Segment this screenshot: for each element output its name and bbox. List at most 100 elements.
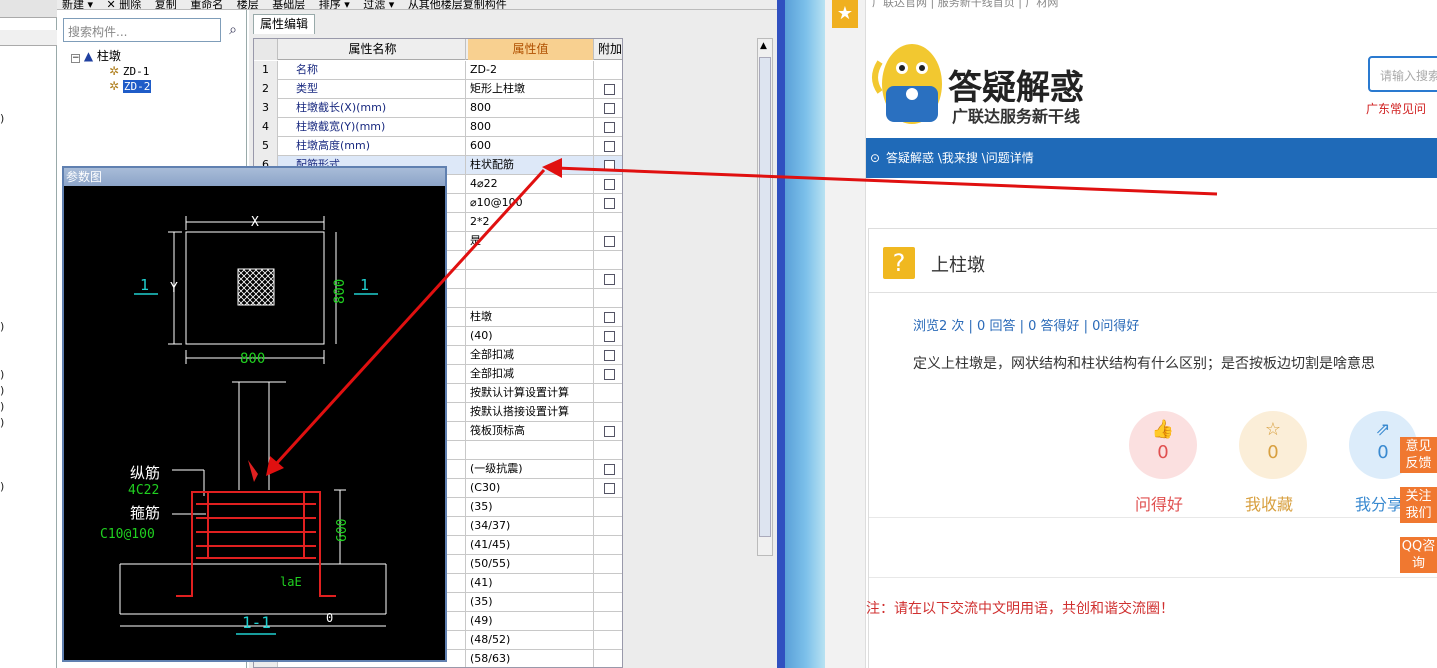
floor-select[interactable]: 基础层 xyxy=(272,0,305,9)
extra-checkbox[interactable] xyxy=(604,331,615,342)
extra-checkbox[interactable] xyxy=(604,274,615,285)
extra-checkbox[interactable] xyxy=(604,198,615,209)
action-1-button[interactable]: ☆ 0 xyxy=(1239,411,1307,479)
extra-checkbox[interactable] xyxy=(604,103,615,114)
extra-checkbox[interactable] xyxy=(604,369,615,380)
property-value[interactable]: 柱状配筋 xyxy=(468,156,594,175)
extra-checkbox[interactable] xyxy=(604,350,615,361)
property-value[interactable]: (41) xyxy=(468,574,594,593)
property-value[interactable]: (C30) xyxy=(468,479,594,498)
cover-zero-label: 0 xyxy=(326,611,333,625)
column-pier-icon: ▲ xyxy=(83,49,94,63)
chevron-up-icon[interactable]: ▲ xyxy=(760,41,767,51)
tree-root[interactable]: − ▲ 柱墩 xyxy=(71,47,121,64)
extra-checkbox[interactable] xyxy=(604,483,615,494)
tree-item-zd2[interactable]: ✲ ZD-2 xyxy=(109,79,152,93)
table-row[interactable]: 3 柱墩截长(X)(mm) 800 xyxy=(254,99,622,118)
property-value[interactable]: 筏板顶标高 xyxy=(468,422,594,441)
property-value[interactable]: ZD-2 xyxy=(468,61,594,80)
col-header-extra[interactable]: 附加 xyxy=(596,39,622,60)
tab-property-edit[interactable]: 属性编辑 xyxy=(253,14,315,34)
action-label[interactable]: 问得好 xyxy=(1135,491,1183,515)
follow-us-button[interactable]: 关注我们 xyxy=(1400,487,1437,523)
extra-checkbox[interactable] xyxy=(604,122,615,133)
sort-button[interactable]: 排序 ▾ xyxy=(319,0,350,9)
dim-800-vertical: 800 xyxy=(332,279,348,304)
col-header-value[interactable]: 属性值 xyxy=(468,39,594,60)
action-label[interactable]: 我收藏 xyxy=(1245,491,1293,515)
table-row[interactable]: 5 柱墩高度(mm) 600 xyxy=(254,137,622,156)
extra-checkbox[interactable] xyxy=(604,426,615,437)
property-value[interactable] xyxy=(468,441,594,460)
property-value[interactable]: (40) xyxy=(468,327,594,346)
property-value[interactable]: (48/52) xyxy=(468,631,594,650)
parameter-drawing-window: 参数图 X Y 1 1 800 800 纵筋 4C22 箍筋 C10@100 6… xyxy=(62,166,447,662)
scrollbar-thumb[interactable] xyxy=(759,57,771,537)
property-value[interactable]: (41/45) xyxy=(468,536,594,555)
faq-link[interactable]: 广东常见问 xyxy=(1366,100,1426,117)
logo-subtitle: 广联达服务新干线 xyxy=(952,107,1081,126)
rename-button[interactable]: 重命名 xyxy=(190,0,223,9)
left-panel-header xyxy=(0,0,57,18)
table-row[interactable]: 1 名称 ZD-2 xyxy=(254,61,622,80)
filter-button[interactable]: 过滤 ▾ xyxy=(363,0,394,9)
copy-from-floor-button[interactable]: 从其他楼层复制构件 xyxy=(408,0,507,9)
action-label[interactable]: 我分享 xyxy=(1355,491,1403,515)
property-value[interactable]: (49) xyxy=(468,612,594,631)
qq-consult-button[interactable]: QQ咨询 xyxy=(1400,537,1437,573)
property-value[interactable]: 800 xyxy=(468,118,594,137)
property-value[interactable]: 按默认搭接设置计算 xyxy=(468,403,594,422)
property-value[interactable]: 按默认计算设置计算 xyxy=(468,384,594,403)
property-name: 柱墩截长(X)(mm) xyxy=(280,99,466,118)
top-nav-links[interactable]: 广联达官网 | 服务新干线首页 | 广材网 xyxy=(866,0,1437,12)
extra-checkbox[interactable] xyxy=(604,236,615,247)
search-icon[interactable]: ⌕ xyxy=(223,18,243,42)
action-count: 0 xyxy=(1157,442,1169,463)
property-value[interactable]: (50/55) xyxy=(468,555,594,574)
property-value[interactable]: 柱墩 xyxy=(468,308,594,327)
property-value[interactable]: 全部扣减 xyxy=(468,365,594,384)
tree-item-zd1[interactable]: ✲ ZD-1 xyxy=(109,64,149,78)
extra-checkbox[interactable] xyxy=(604,312,615,323)
star-icon[interactable]: ★ xyxy=(832,0,858,28)
action-0-button[interactable]: 👍 0 xyxy=(1129,411,1197,479)
property-value[interactable]: (58/63) xyxy=(468,650,594,667)
extra-checkbox[interactable] xyxy=(604,84,615,95)
extra-checkbox[interactable] xyxy=(604,464,615,475)
site-search-input[interactable]: 请输入搜索 xyxy=(1368,56,1437,92)
tree-collapse-icon[interactable]: − xyxy=(71,54,80,63)
extra-checkbox[interactable] xyxy=(604,141,615,152)
property-value[interactable]: 矩形上柱墩 xyxy=(468,80,594,99)
property-value[interactable]: (35) xyxy=(468,498,594,517)
dim-x-label: X xyxy=(251,215,259,230)
property-value[interactable]: 2*2 xyxy=(468,213,594,232)
property-value[interactable] xyxy=(468,270,594,289)
property-value[interactable]: (35) xyxy=(468,593,594,612)
property-value[interactable]: ⌀10@100 xyxy=(468,194,594,213)
drawing-window-title[interactable]: 参数图 xyxy=(64,168,445,186)
property-value[interactable]: 全部扣减 xyxy=(468,346,594,365)
table-row[interactable]: 2 类型 矩形上柱墩 xyxy=(254,80,622,99)
table-row[interactable]: 4 柱墩截宽(Y)(mm) 800 xyxy=(254,118,622,137)
delete-button[interactable]: ✕ 删除 xyxy=(107,0,142,9)
property-value[interactable]: 800 xyxy=(468,99,594,118)
tree-item-label: ZD-2 xyxy=(122,80,152,93)
web-page: 广联达官网 | 服务新干线首页 | 广材网 答疑解惑 广联达服务新干线 请输入搜… xyxy=(866,0,1437,668)
property-value[interactable] xyxy=(468,289,594,308)
col-header-name[interactable]: 属性名称 xyxy=(280,39,466,60)
property-value[interactable]: 600 xyxy=(468,137,594,156)
property-value[interactable]: 是 xyxy=(468,232,594,251)
copy-button[interactable]: 复制 xyxy=(155,0,177,9)
property-value[interactable]: 4⌀22 xyxy=(468,175,594,194)
property-value[interactable] xyxy=(468,251,594,270)
property-scrollbar[interactable]: ▲ xyxy=(757,38,773,556)
breadcrumb[interactable]: 答疑解惑 \我来搜 \问题详情 xyxy=(886,151,1034,165)
new-button[interactable]: 新建 ▾ xyxy=(62,0,93,9)
property-value[interactable]: (一级抗震) xyxy=(468,460,594,479)
feedback-button[interactable]: 意见反馈 xyxy=(1400,437,1437,473)
component-search-input[interactable]: 搜索构件... xyxy=(63,18,221,42)
longitudinal-rebar-value: 4C22 xyxy=(128,483,159,498)
property-value[interactable]: (34/37) xyxy=(468,517,594,536)
extra-checkbox[interactable] xyxy=(604,160,615,171)
extra-checkbox[interactable] xyxy=(604,179,615,190)
